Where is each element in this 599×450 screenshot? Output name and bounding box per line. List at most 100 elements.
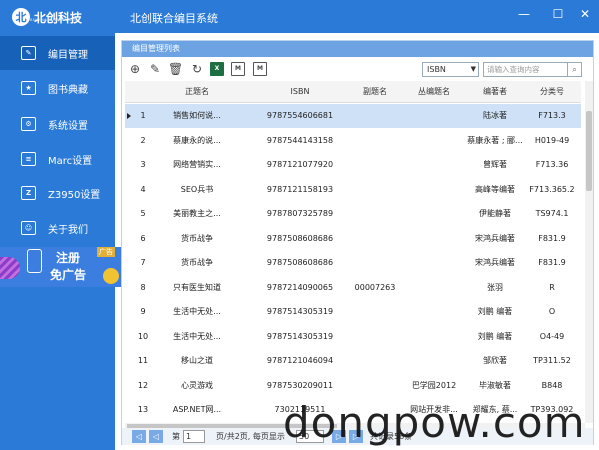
logo-subtext: BEICHUANG TECHNOLOGY: [30, 18, 81, 22]
table-cell: 毕淑敏著: [479, 380, 511, 390]
table-cell: [349, 374, 401, 398]
sidebar-item-about[interactable]: ☺ 关于我们: [0, 211, 115, 245]
table-cell: [349, 129, 401, 153]
sidebar-item-z3950[interactable]: Z Z3950设置: [0, 176, 115, 210]
ad-title: 注册: [56, 251, 81, 265]
close-button[interactable]: ✕: [575, 5, 595, 23]
table-cell: F831.9: [538, 258, 566, 267]
table-cell: 生活中无处...: [173, 307, 221, 316]
table-cell: 伊能静著: [479, 209, 511, 218]
table-cell: R: [549, 282, 555, 292]
sidebar-item-label: 图书典藏: [48, 84, 88, 96]
sidebar-item-marc[interactable]: ≡ Marc设置: [0, 142, 115, 176]
table-row[interactable]: 8 只有医生知道 9787214090065 00007263 张羽 R: [125, 276, 581, 300]
table-cell: 宋鸿兵编著: [475, 258, 515, 267]
table-cell: ASP.NET网...: [172, 405, 222, 414]
table-row[interactable]: 2 蔡康永的说... 9787544143158 蔡康永著 ; 郦... H019-49: [125, 129, 581, 153]
table-cell: 宋鸿兵编著: [475, 233, 515, 243]
table-cell: [401, 227, 467, 251]
column-header[interactable]: 副题名: [349, 81, 401, 103]
table-cell: 9787214090065: [266, 282, 334, 292]
cataloging-panel: 编目管理列表 ⊕ ✎ 🗑 ↻ X M M ISBN ▼ 请输入查询内容 ⌕ 正题…: [121, 40, 594, 445]
column-header[interactable]: 编著者: [467, 81, 523, 103]
search-input[interactable]: 请输入查询内容: [483, 62, 568, 77]
edit-icon[interactable]: ✎: [148, 62, 162, 76]
table-row[interactable]: 6 货币战争 9787508608686 宋鸿兵编著 F831.9: [125, 227, 581, 251]
table-row[interactable]: 12 心灵游戏 9787530209011 巴学园2012 毕淑敏著 B848: [125, 374, 581, 398]
table-row[interactable]: 10 生活中无处... 9787514305319 刘鹏 编著 O4-49: [125, 325, 581, 349]
table-cell: 美丽教主之...: [173, 209, 221, 218]
table-cell: 9787530209011: [266, 380, 334, 390]
person-icon: ☺: [21, 221, 36, 235]
scrollbar-thumb[interactable]: [586, 111, 592, 191]
page-number-input[interactable]: 1: [183, 430, 205, 443]
table-header: 正题名 ISBN 副题名 丛编题名 编著者 分类号: [125, 81, 581, 103]
logo: 北 北创科技: [12, 6, 82, 28]
table-cell: [349, 178, 401, 202]
table-cell: O4-49: [539, 331, 565, 341]
table-cell: 货币战争: [181, 233, 213, 243]
column-header[interactable]: 分类号: [523, 81, 581, 103]
table-cell: [349, 202, 401, 226]
table-cell: [401, 129, 467, 153]
table-row[interactable]: 4 SEO兵书 9787121158193 高峰等编著 F713.365.2: [125, 178, 581, 202]
table-cell: [349, 349, 401, 373]
table-cell: TS974.1: [535, 209, 569, 218]
table-cell: 9787514305319: [266, 331, 334, 341]
marc-icon: ≡: [21, 152, 36, 166]
vertical-scrollbar[interactable]: [585, 81, 593, 423]
app-title: 北创联合编目系统: [130, 12, 218, 25]
minimize-button[interactable]: —: [514, 5, 534, 23]
ad-banner[interactable]: 注册 免广告 广告: [0, 247, 121, 287]
add-icon[interactable]: ⊕: [128, 62, 142, 76]
table-cell: [401, 202, 467, 226]
table-cell: [349, 104, 401, 128]
column-header[interactable]: ISBN: [251, 81, 349, 103]
table-cell: F831.9: [538, 233, 566, 243]
table-cell: [349, 251, 401, 275]
table-row[interactable]: 3 网络营销实... 9787121077920 曾辉著 F713.36: [125, 153, 581, 177]
search-icon[interactable]: ⌕: [568, 62, 582, 77]
table-cell: [401, 325, 467, 349]
prev-page-button[interactable]: ◁: [149, 430, 163, 443]
table-cell: F713.36: [535, 160, 569, 169]
search-field-select[interactable]: ISBN ▼: [422, 62, 479, 77]
table-cell: 只有医生知道: [173, 282, 221, 292]
table-cell: 张羽: [487, 282, 503, 292]
sidebar-item-settings[interactable]: ⚙ 系统设置: [0, 107, 115, 141]
table-cell: TP311.52: [533, 356, 571, 365]
toolbar: ⊕ ✎ 🗑 ↻ X M M ISBN ▼ 请输入查询内容 ⌕: [122, 58, 593, 80]
column-header[interactable]: 丛编题名: [401, 81, 467, 103]
first-page-button[interactable]: ◁: [132, 430, 146, 443]
table-row[interactable]: 5 美丽教主之... 9787807325789 伊能静著 TS974.1: [125, 202, 581, 226]
search-field-value: ISBN: [427, 65, 446, 74]
table-row[interactable]: 9 生活中无处... 9787514305319 刘鹏 编著 O: [125, 300, 581, 324]
table-cell: [349, 300, 401, 324]
import-excel-icon[interactable]: X: [210, 62, 224, 76]
maximize-button[interactable]: ☐: [548, 5, 568, 23]
ad-subtitle: 免广告: [50, 268, 87, 282]
export-marc2-icon[interactable]: M: [253, 62, 267, 76]
table-row[interactable]: 1 销售如何说... 9787554606681 陆冰著 F713.3: [125, 104, 581, 128]
z3950-icon: Z: [21, 186, 36, 200]
table-cell: 9787508608686: [266, 233, 334, 243]
sidebar-item-cataloging[interactable]: ✎ 编目管理: [0, 36, 115, 70]
export-marc-icon[interactable]: M: [231, 62, 245, 76]
refresh-icon[interactable]: ↻: [190, 62, 204, 76]
table-cell: O: [548, 307, 556, 316]
ad-decoration: [0, 257, 20, 279]
table-cell: [401, 300, 467, 324]
catalog-table: 正题名 ISBN 副题名 丛编题名 编著者 分类号 1 销售如何说... 97875…: [125, 81, 581, 423]
delete-icon[interactable]: 🗑: [168, 62, 183, 76]
column-header[interactable]: 正题名: [143, 81, 251, 103]
sidebar-item-label: Z3950设置: [48, 189, 101, 201]
row-pointer-icon: [127, 113, 131, 119]
table-cell: H019-49: [534, 135, 570, 145]
table-cell: 高峰等编著: [475, 184, 515, 194]
table-cell: 9787121046094: [266, 356, 334, 365]
table-row[interactable]: 11 移山之道 9787121046094 邹欣著 TP311.52: [125, 349, 581, 373]
sidebar-item-collection[interactable]: ★ 图书典藏: [0, 71, 115, 105]
table-row[interactable]: 7 货币战争 9787508608686 宋鸿兵编著 F831.9: [125, 251, 581, 275]
table-cell: 陆冰著: [483, 111, 507, 120]
column-header[interactable]: [125, 81, 143, 103]
